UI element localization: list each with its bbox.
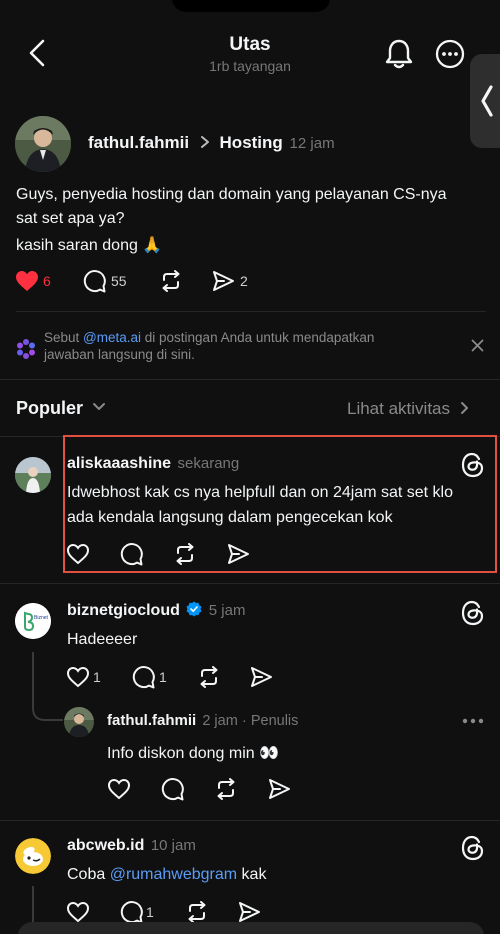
repost-icon[interactable] — [197, 666, 221, 688]
reply-text: Hadeeeer — [67, 631, 138, 648]
meta-ai-icon — [17, 339, 35, 359]
repost-icon[interactable] — [214, 778, 238, 800]
post-author-avatar[interactable] — [15, 116, 71, 172]
post-text-line-1: Guys, penyedia hosting dan domain yang p… — [16, 186, 447, 203]
close-icon[interactable] — [471, 339, 484, 352]
like-count: 1 — [93, 669, 101, 685]
post-time: 12 jam — [289, 135, 335, 152]
heart-icon[interactable] — [66, 666, 90, 688]
author-tag: · Penulis — [241, 713, 299, 729]
post-text-line-3: kasih saran dong 🙏 — [16, 237, 163, 254]
divider — [16, 311, 486, 312]
device-notch — [172, 0, 330, 12]
heart-filled-icon[interactable] — [15, 270, 39, 292]
bell-icon[interactable] — [384, 38, 414, 70]
post-text-line-2: sat set apa ya? — [16, 210, 125, 227]
divider — [0, 379, 500, 380]
verified-badge-icon — [186, 601, 202, 617]
highlight-box — [63, 435, 497, 573]
comment-count: 1 — [159, 669, 167, 685]
reply-avatar[interactable]: Biznet — [15, 603, 51, 639]
comment-icon[interactable] — [83, 270, 106, 293]
reply-header: abcweb.id 10 jam — [67, 837, 196, 855]
post-header: fathul.fahmii Hosting 12 jam — [88, 133, 335, 153]
meta-ai-hint: Sebut @meta.ai di postingan Anda untuk m… — [44, 330, 374, 345]
reply-text-end: kak — [237, 866, 267, 883]
more-options-icon[interactable] — [435, 39, 465, 69]
reply-time: 10 jam — [150, 837, 196, 854]
repost-icon[interactable] — [159, 270, 183, 292]
nested-reply-text: Info diskon dong min 👀 — [107, 745, 280, 762]
side-panel-handle[interactable] — [470, 54, 500, 148]
nested-reply-header: fathul.fahmii 2 jam · Penulis — [107, 712, 298, 729]
like-count: 6 — [43, 273, 51, 289]
reply-time: 5 jam — [208, 602, 246, 619]
user-mention[interactable]: @rumahwebgram — [110, 866, 237, 883]
nested-reply-username[interactable]: fathul.fahmii — [107, 712, 196, 729]
more-options-icon[interactable] — [462, 718, 484, 724]
nested-reply-time: 2 jam — [202, 713, 238, 729]
threads-icon[interactable] — [461, 835, 485, 861]
threads-icon[interactable] — [461, 600, 485, 626]
page-title: Utas — [229, 34, 271, 55]
reply-text: Coba @rumahwebgram kak — [67, 866, 266, 884]
reply-username[interactable]: biznetgiocloud — [67, 602, 180, 619]
post-topic[interactable]: Hosting — [220, 133, 283, 152]
chevron-left-icon — [481, 85, 493, 117]
chevron-right-icon — [200, 136, 209, 148]
reply-text-start: Coba — [67, 866, 110, 883]
meta-ai-text: Sebut — [44, 330, 84, 345]
share-count: 2 — [240, 273, 248, 289]
share-icon[interactable] — [268, 778, 291, 800]
reply-avatar[interactable] — [15, 457, 51, 493]
thread-connector-line — [32, 652, 63, 721]
reply-username[interactable]: abcweb.id — [67, 837, 144, 854]
reply-composer-bar[interactable] — [18, 922, 484, 934]
reply-header: biznetgiocloud 5 jam — [67, 601, 245, 620]
chevron-right-icon — [460, 402, 468, 414]
comment-icon[interactable] — [120, 901, 143, 924]
comment-count: 55 — [111, 273, 127, 289]
post-author-username[interactable]: fathul.fahmii — [88, 133, 189, 152]
share-icon[interactable] — [212, 270, 235, 292]
share-icon[interactable] — [250, 666, 273, 688]
meta-ai-text-end: di postingan Anda untuk mendapatkan — [141, 330, 375, 345]
share-icon[interactable] — [238, 901, 261, 923]
view-activity-link[interactable]: Lihat aktivitas — [347, 399, 470, 419]
view-count: 1rb tayangan — [209, 58, 291, 74]
sort-dropdown[interactable]: Populer — [16, 398, 106, 419]
sort-label: Populer — [16, 398, 84, 418]
divider — [0, 583, 500, 584]
nested-reply-avatar[interactable] — [64, 707, 94, 737]
repost-icon[interactable] — [185, 901, 209, 923]
meta-ai-hint-line-2: jawaban langsung di sini. — [44, 347, 195, 362]
reply-avatar[interactable] — [15, 838, 51, 874]
divider — [0, 820, 500, 821]
biznet-avatar-text: Biznet — [34, 615, 49, 621]
heart-icon[interactable] — [107, 778, 131, 800]
chevron-down-icon — [93, 403, 106, 410]
comment-count: 1 — [146, 904, 154, 920]
heart-icon[interactable] — [66, 901, 90, 923]
view-activity-label: Lihat aktivitas — [347, 399, 450, 418]
comment-icon[interactable] — [132, 666, 155, 689]
meta-ai-mention[interactable]: @meta.ai — [83, 330, 141, 345]
comment-icon[interactable] — [161, 778, 184, 801]
